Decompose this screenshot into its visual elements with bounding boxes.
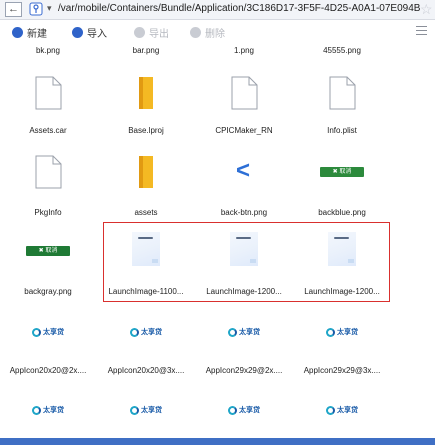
file-name: backblue.png	[318, 208, 366, 217]
file-item[interactable]: 太享贷	[196, 404, 292, 424]
file-name: AppIcon20x20@2x....	[9, 366, 87, 375]
file-name: Assets.car	[29, 126, 67, 135]
new-label: 新建	[27, 28, 47, 40]
import-button[interactable]: 导入	[72, 25, 107, 40]
import-label: 导入	[87, 28, 107, 40]
file-name: AppIcon20x20@3x....	[107, 366, 185, 375]
new-icon	[12, 26, 23, 38]
delete-icon	[190, 26, 201, 38]
file-item[interactable]: PkgInfo	[0, 155, 96, 217]
document-icon	[231, 76, 258, 110]
delete-button[interactable]: 删除	[190, 25, 225, 40]
file-item[interactable]: 太享贷 AppIcon20x20@3x....	[98, 326, 194, 375]
path-location-icon[interactable]	[29, 2, 43, 16]
back-button[interactable]: ←	[5, 2, 22, 17]
file-item[interactable]: assets	[98, 155, 194, 217]
app-logo-icon: 太享贷	[130, 404, 162, 416]
new-button[interactable]: 新建	[12, 25, 47, 40]
file-item[interactable]: Base.lproj	[98, 76, 194, 136]
selection-highlight	[103, 222, 390, 302]
delete-label: 删除	[205, 28, 225, 40]
file-item[interactable]: 太享贷	[98, 404, 194, 424]
file-name: PkgInfo	[34, 208, 62, 217]
file-item[interactable]: < back-btn.png	[196, 155, 292, 217]
file-item[interactable]: 太享贷	[0, 404, 96, 424]
file-name: assets	[134, 208, 158, 217]
path-text[interactable]: /var/mobile/Containers/Bundle/Applicatio…	[58, 3, 420, 17]
file-name: bar.png	[132, 46, 160, 55]
import-icon	[72, 26, 83, 38]
file-item[interactable]: 太享贷 AppIcon20x20@2x....	[0, 326, 96, 375]
cancel-button-thumbnail: ✖ 取消	[320, 167, 364, 177]
toolbar: 新建 导入 导出 删除	[0, 20, 435, 43]
document-icon	[35, 155, 62, 189]
file-name: Base.lproj	[128, 126, 164, 135]
cancel-button-thumbnail: ✖ 取消	[26, 246, 70, 256]
export-icon	[134, 26, 145, 38]
file-name: Info.plist	[327, 126, 357, 135]
file-item[interactable]: ✖ 取消 backgray.png	[0, 232, 96, 296]
file-item[interactable]: 太享贷	[294, 404, 390, 424]
app-logo-icon: 太享贷	[326, 326, 358, 338]
file-name: 45555.png	[323, 46, 361, 55]
file-item[interactable]: 太享贷 AppIcon29x29@3x....	[294, 326, 390, 375]
file-name: CPICMaker_RN	[215, 126, 273, 135]
star-icon[interactable]: ☆	[420, 1, 433, 18]
file-item[interactable]: ✖ 取消 backblue.png	[294, 155, 390, 217]
back-arrow-thumbnail: <	[236, 157, 251, 184]
file-item[interactable]: 太享贷 AppIcon29x29@2x....	[196, 326, 292, 375]
folder-icon	[139, 77, 153, 109]
chevron-down-icon[interactable]: ▾	[47, 3, 52, 14]
app-logo-icon: 太享贷	[32, 326, 64, 338]
menu-icon[interactable]	[416, 26, 427, 38]
folder-icon	[139, 156, 153, 188]
file-name: AppIcon29x29@2x....	[205, 366, 283, 375]
app-logo-icon: 太享贷	[326, 404, 358, 416]
file-item[interactable]: CPICMaker_RN	[196, 76, 292, 136]
export-button[interactable]: 导出	[134, 25, 169, 40]
bottom-status-bar	[0, 438, 435, 445]
file-name: bk.png	[35, 46, 61, 55]
document-icon	[35, 76, 62, 110]
file-item[interactable]: Assets.car	[0, 76, 96, 136]
file-name: backgray.png	[24, 287, 72, 296]
document-icon	[329, 76, 356, 110]
export-label: 导出	[149, 28, 169, 40]
file-name: 1.png	[233, 46, 255, 55]
app-logo-icon: 太享贷	[228, 326, 260, 338]
file-name: AppIcon29x29@3x....	[303, 366, 381, 375]
file-item[interactable]: Info.plist	[294, 76, 390, 136]
address-bar: ← ▾ /var/mobile/Containers/Bundle/Applic…	[0, 0, 435, 20]
app-logo-icon: 太享贷	[130, 326, 162, 338]
app-logo-icon: 太享贷	[32, 404, 64, 416]
app-logo-icon: 太享贷	[228, 404, 260, 416]
file-name: back-btn.png	[220, 208, 268, 217]
